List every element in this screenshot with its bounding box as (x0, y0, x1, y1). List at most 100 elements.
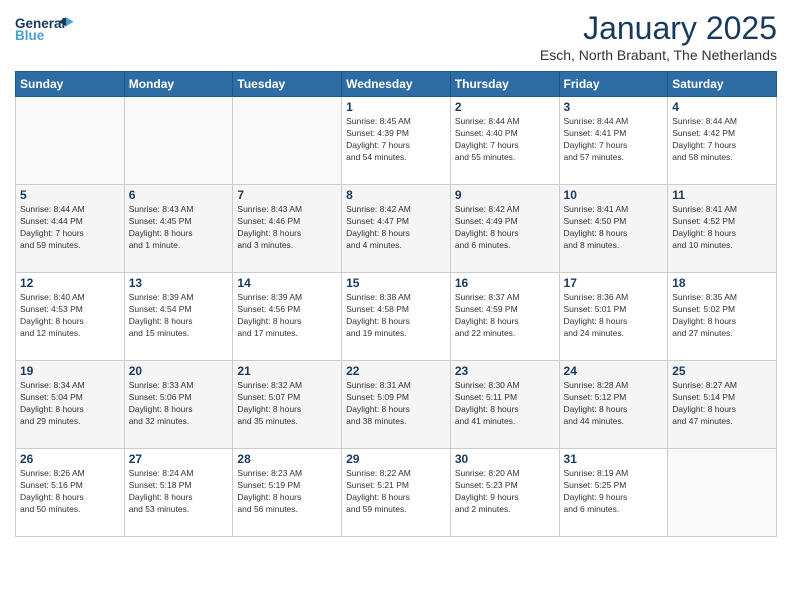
day-info: Sunrise: 8:40 AM Sunset: 4:53 PM Dayligh… (20, 292, 120, 340)
table-row: 22 Sunrise: 8:31 AM Sunset: 5:09 PM Dayli… (342, 361, 451, 449)
col-monday: Monday (124, 72, 233, 97)
table-row: 14Sunrise: 8:39 AM Sunset: 4:56 PM Dayli… (233, 273, 342, 361)
table-row: 19Sunrise: 8:34 AM Sunset: 5:04 PM Dayli… (16, 361, 125, 449)
table-row: 7 Sunrise: 8:43 AM Sunset: 4:46 PM Daylig… (233, 185, 342, 273)
table-row: 11 Sunrise: 8:41 AM Sunset: 4:52 PM Dayli… (668, 185, 777, 273)
table-row: 27 Sunrise: 8:24 AM Sunset: 5:18 PM Dayli… (124, 449, 233, 537)
table-row: 21 Sunrise: 8:32 AM Sunset: 5:07 PM Dayli… (233, 361, 342, 449)
table-row: 17 Sunrise: 8:36 AM Sunset: 5:01 PM Dayli… (559, 273, 668, 361)
day-info: Sunrise: 8:30 AM Sunset: 5:11 PM Dayligh… (455, 380, 555, 428)
day-number: 7 (237, 188, 337, 202)
day-number: 25 (672, 364, 772, 378)
day-info: Sunrise: 8:44 AM Sunset: 4:42 PM Dayligh… (672, 116, 772, 164)
day-info: Sunrise: 8:26 AM Sunset: 5:16 PM Dayligh… (20, 468, 120, 516)
day-number: 26 (20, 452, 120, 466)
table-row: 1 Sunrise: 8:45 AM Sunset: 4:39 PM Daylig… (342, 97, 451, 185)
day-info: Sunrise: 8:28 AM Sunset: 5:12 PM Dayligh… (564, 380, 664, 428)
table-row: 12 Sunrise: 8:40 AM Sunset: 4:53 PM Dayli… (16, 273, 125, 361)
calendar-header-row: Sunday Monday Tuesday Wednesday Thursday… (16, 72, 777, 97)
table-row: 16 Sunrise: 8:37 AM Sunset: 4:59 PM Dayli… (450, 273, 559, 361)
day-info: Sunrise: 8:41 AM Sunset: 4:50 PM Dayligh… (564, 204, 664, 252)
table-row: 4 Sunrise: 8:44 AM Sunset: 4:42 PM Daylig… (668, 97, 777, 185)
table-row: 8 Sunrise: 8:42 AM Sunset: 4:47 PM Daylig… (342, 185, 451, 273)
day-number: 29 (346, 452, 446, 466)
table-row (16, 97, 125, 185)
day-number: 8 (346, 188, 446, 202)
table-row: 15 Sunrise: 8:38 AM Sunset: 4:58 PM Dayli… (342, 273, 451, 361)
day-number: 24 (564, 364, 664, 378)
day-info: Sunrise: 8:41 AM Sunset: 4:52 PM Dayligh… (672, 204, 772, 252)
table-row: 25 Sunrise: 8:27 AM Sunset: 5:14 PM Dayli… (668, 361, 777, 449)
day-info: Sunrise: 8:44 AM Sunset: 4:44 PM Dayligh… (20, 204, 120, 252)
table-row: 28 Sunrise: 8:23 AM Sunset: 5:19 PM Dayli… (233, 449, 342, 537)
table-row: 13Sunrise: 8:39 AM Sunset: 4:54 PM Dayli… (124, 273, 233, 361)
day-info: Sunrise: 8:38 AM Sunset: 4:58 PM Dayligh… (346, 292, 446, 340)
day-number: 3 (564, 100, 664, 114)
day-number: 27 (129, 452, 229, 466)
day-info: Sunrise: 8:42 AM Sunset: 4:49 PM Dayligh… (455, 204, 555, 252)
calendar-week-row: 26 Sunrise: 8:26 AM Sunset: 5:16 PM Dayli… (16, 449, 777, 537)
day-info: Sunrise: 8:27 AM Sunset: 5:14 PM Dayligh… (672, 380, 772, 428)
day-number: 30 (455, 452, 555, 466)
table-row: 26 Sunrise: 8:26 AM Sunset: 5:16 PM Dayli… (16, 449, 125, 537)
day-number: 17 (564, 276, 664, 290)
day-number: 4 (672, 100, 772, 114)
col-thursday: Thursday (450, 72, 559, 97)
table-row (124, 97, 233, 185)
day-info: Sunrise: 8:31 AM Sunset: 5:09 PM Dayligh… (346, 380, 446, 428)
table-row: 6 Sunrise: 8:43 AM Sunset: 4:45 PM Daylig… (124, 185, 233, 273)
col-tuesday: Tuesday (233, 72, 342, 97)
day-info: Sunrise: 8:42 AM Sunset: 4:47 PM Dayligh… (346, 204, 446, 252)
day-number: 22 (346, 364, 446, 378)
day-number: 1 (346, 100, 446, 114)
title-block: January 2025 Esch, North Brabant, The Ne… (540, 10, 777, 63)
table-row (233, 97, 342, 185)
table-row: 2Sunrise: 8:44 AM Sunset: 4:40 PM Daylig… (450, 97, 559, 185)
day-number: 21 (237, 364, 337, 378)
day-number: 15 (346, 276, 446, 290)
table-row: 20Sunrise: 8:33 AM Sunset: 5:06 PM Dayli… (124, 361, 233, 449)
day-number: 18 (672, 276, 772, 290)
day-number: 10 (564, 188, 664, 202)
table-row: 3 Sunrise: 8:44 AM Sunset: 4:41 PM Daylig… (559, 97, 668, 185)
day-info: Sunrise: 8:37 AM Sunset: 4:59 PM Dayligh… (455, 292, 555, 340)
day-number: 28 (237, 452, 337, 466)
day-number: 19 (20, 364, 120, 378)
calendar-week-row: 5Sunrise: 8:44 AM Sunset: 4:44 PM Daylig… (16, 185, 777, 273)
day-number: 12 (20, 276, 120, 290)
day-number: 23 (455, 364, 555, 378)
day-number: 9 (455, 188, 555, 202)
day-info: Sunrise: 8:20 AM Sunset: 5:23 PM Dayligh… (455, 468, 555, 516)
col-saturday: Saturday (668, 72, 777, 97)
day-number: 16 (455, 276, 555, 290)
day-info: Sunrise: 8:22 AM Sunset: 5:21 PM Dayligh… (346, 468, 446, 516)
day-info: Sunrise: 8:44 AM Sunset: 4:41 PM Dayligh… (564, 116, 664, 164)
page-container: General Blue January 2025 Esch, North Br… (0, 0, 792, 542)
day-info: Sunrise: 8:43 AM Sunset: 4:46 PM Dayligh… (237, 204, 337, 252)
day-number: 6 (129, 188, 229, 202)
day-info: Sunrise: 8:32 AM Sunset: 5:07 PM Dayligh… (237, 380, 337, 428)
day-info: Sunrise: 8:43 AM Sunset: 4:45 PM Dayligh… (129, 204, 229, 252)
table-row: 31Sunrise: 8:19 AM Sunset: 5:25 PM Dayli… (559, 449, 668, 537)
table-row: 23 Sunrise: 8:30 AM Sunset: 5:11 PM Dayli… (450, 361, 559, 449)
day-info: Sunrise: 8:35 AM Sunset: 5:02 PM Dayligh… (672, 292, 772, 340)
table-row: 24 Sunrise: 8:28 AM Sunset: 5:12 PM Dayli… (559, 361, 668, 449)
day-info: Sunrise: 8:39 AM Sunset: 4:54 PM Dayligh… (129, 292, 229, 340)
day-info: Sunrise: 8:19 AM Sunset: 5:25 PM Dayligh… (564, 468, 664, 516)
day-info: Sunrise: 8:44 AM Sunset: 4:40 PM Dayligh… (455, 116, 555, 164)
header: General Blue January 2025 Esch, North Br… (15, 10, 777, 63)
day-number: 20 (129, 364, 229, 378)
col-wednesday: Wednesday (342, 72, 451, 97)
svg-text:Blue: Blue (15, 28, 45, 43)
table-row: 10 Sunrise: 8:41 AM Sunset: 4:50 PM Dayli… (559, 185, 668, 273)
col-friday: Friday (559, 72, 668, 97)
table-row: 29 Sunrise: 8:22 AM Sunset: 5:21 PM Dayli… (342, 449, 451, 537)
logo: General Blue (15, 10, 75, 50)
day-number: 11 (672, 188, 772, 202)
day-info: Sunrise: 8:36 AM Sunset: 5:01 PM Dayligh… (564, 292, 664, 340)
day-info: Sunrise: 8:23 AM Sunset: 5:19 PM Dayligh… (237, 468, 337, 516)
day-info: Sunrise: 8:24 AM Sunset: 5:18 PM Dayligh… (129, 468, 229, 516)
day-info: Sunrise: 8:39 AM Sunset: 4:56 PM Dayligh… (237, 292, 337, 340)
table-row: 30 Sunrise: 8:20 AM Sunset: 5:23 PM Dayli… (450, 449, 559, 537)
day-info: Sunrise: 8:45 AM Sunset: 4:39 PM Dayligh… (346, 116, 446, 164)
